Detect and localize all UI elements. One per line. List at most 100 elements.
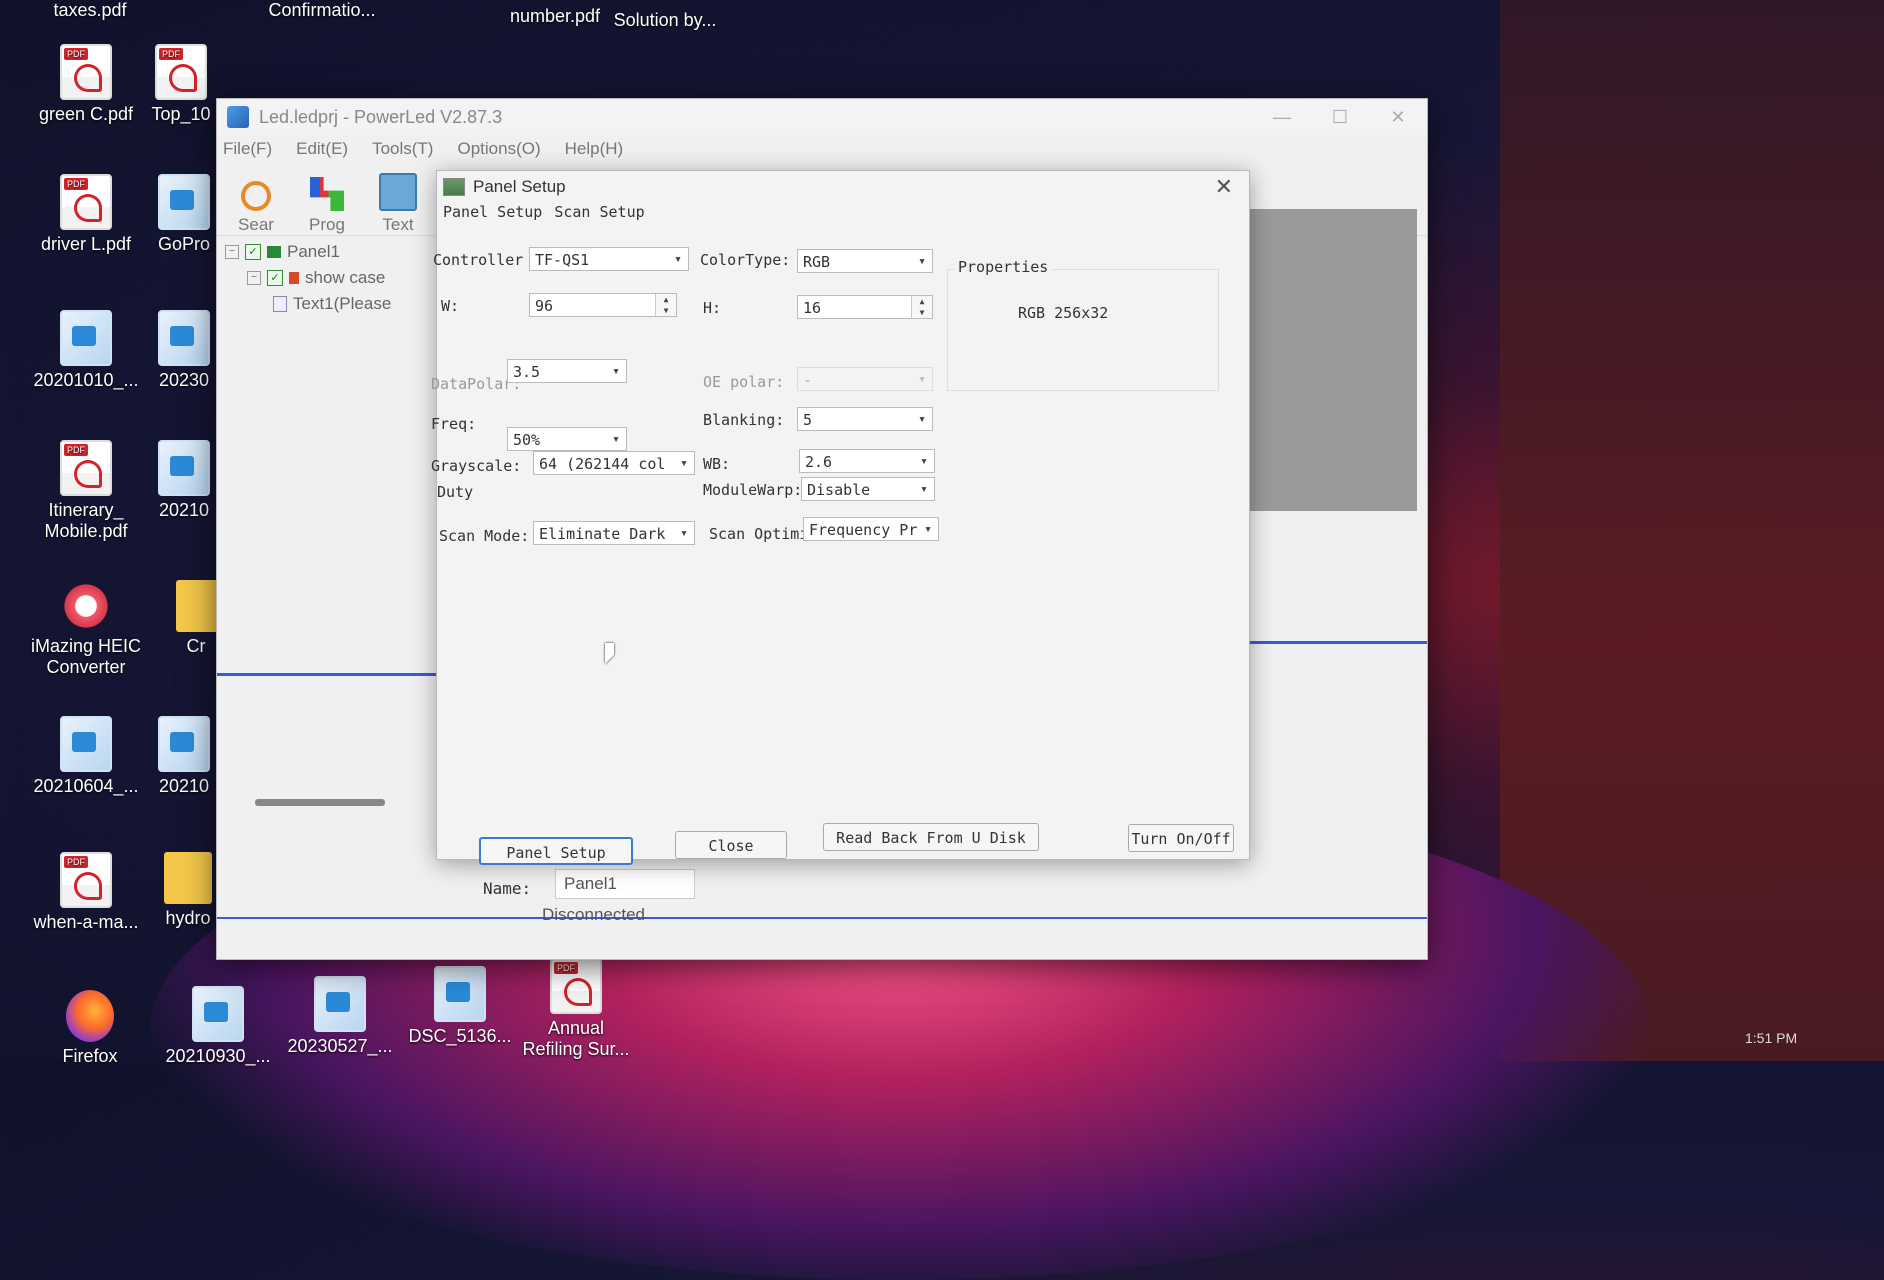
desktop-icon-taxes[interactable]: taxes.pdf bbox=[30, 0, 150, 21]
desktop-icon-label: 20210930_... bbox=[165, 1046, 271, 1066]
image-icon bbox=[158, 440, 210, 496]
desktop-icon-gopro[interactable]: GoPro bbox=[152, 174, 216, 255]
chevron-down-icon: ▾ bbox=[924, 522, 932, 537]
chevron-down-icon: ▾ bbox=[920, 482, 928, 497]
desktop-icon-when-a-ma[interactable]: when-a-ma... bbox=[26, 852, 146, 933]
dialog-icon bbox=[443, 178, 465, 196]
panel-checkbox[interactable]: ✓ bbox=[245, 244, 261, 260]
width-input[interactable]: 96 ▲ ▼ bbox=[529, 293, 677, 317]
duty-label: Duty bbox=[437, 483, 474, 501]
menu-bar: File(F) Edit(E) Tools(T) Options(O) Help… bbox=[217, 135, 1427, 163]
divider-line bbox=[1247, 641, 1427, 644]
desktop-icon-label: Top_10 bbox=[151, 104, 211, 124]
desktop-icon-label: 20210 bbox=[158, 500, 210, 520]
desktop-icon-label: hydro bbox=[165, 908, 211, 928]
read-back-button[interactable]: Read Back From U Disk bbox=[823, 823, 1039, 851]
chevron-down-icon: ▾ bbox=[612, 432, 620, 447]
desktop-icon-hydro[interactable]: hydro bbox=[160, 852, 216, 929]
freq-select[interactable]: 50% ▾ bbox=[507, 427, 627, 451]
desktop-icon-dsc5136[interactable]: DSC_5136... bbox=[400, 966, 520, 1047]
wb-value: 2.6 bbox=[805, 453, 833, 471]
menu-options[interactable]: Options(O) bbox=[457, 139, 540, 159]
minimize-button[interactable]: — bbox=[1253, 107, 1311, 128]
desktop-icon-annual-refiling[interactable]: Annual Refiling Sur... bbox=[516, 958, 636, 1060]
chevron-down-icon: ▾ bbox=[918, 372, 926, 387]
collapse-icon[interactable]: − bbox=[247, 271, 261, 285]
desktop-icon-20210930[interactable]: 20210930_... bbox=[158, 986, 278, 1067]
spinner-icon[interactable]: ▲ ▼ bbox=[911, 296, 932, 318]
desktop-icon-20210604[interactable]: 20210604_... bbox=[26, 716, 146, 797]
desktop-icon-imazing[interactable]: iMazing HEIC Converter bbox=[26, 580, 146, 678]
toolbar-search-button[interactable]: Sear bbox=[225, 181, 287, 235]
collapse-icon[interactable]: − bbox=[225, 245, 239, 259]
desktop-icon-driver[interactable]: driver L.pdf bbox=[26, 174, 146, 255]
desktop-icon-20230527[interactable]: 20230527_... bbox=[280, 976, 400, 1057]
tree-scrollbar[interactable] bbox=[255, 799, 385, 806]
tree-item-text[interactable]: Text1(Please bbox=[225, 291, 445, 317]
tree-item-panel[interactable]: − ✓ Panel1 bbox=[225, 239, 445, 265]
tab-panel-setup[interactable]: Panel Setup bbox=[437, 203, 548, 225]
desktop-icon-solution[interactable]: Solution by... bbox=[605, 10, 725, 31]
desktop-icon-top10[interactable]: Top_10 bbox=[146, 44, 216, 125]
desktop-icon-20210-a[interactable]: 20210 bbox=[152, 440, 216, 521]
tree-item-program[interactable]: − ✓ show case bbox=[225, 265, 445, 291]
scan-mode-select[interactable]: Eliminate Dark ▾ bbox=[533, 521, 695, 545]
scan-optimize-select[interactable]: Frequency Pr ▾ bbox=[803, 517, 939, 541]
toolbar-text-button[interactable]: Text bbox=[367, 173, 429, 235]
desktop-icon-20201010[interactable]: 20201010_... bbox=[26, 310, 146, 391]
imazing-heic-icon bbox=[62, 580, 110, 632]
app-title: Led.ledprj - PowerLed V2.87.3 bbox=[259, 106, 503, 127]
oe-polar-label: OE polar: bbox=[703, 373, 785, 391]
chevron-down-icon: ▾ bbox=[918, 412, 926, 427]
modulewarp-select[interactable]: Disable ▾ bbox=[801, 477, 935, 501]
turn-on-off-button[interactable]: Turn On/Off bbox=[1128, 824, 1234, 852]
desktop-icon-label: GoPro bbox=[157, 234, 211, 254]
controller-select[interactable]: TF-QS1 ▾ bbox=[529, 247, 689, 271]
desktop-icon-20230[interactable]: 20230 bbox=[152, 310, 216, 391]
menu-tools[interactable]: Tools(T) bbox=[372, 139, 433, 159]
menu-help[interactable]: Help(H) bbox=[565, 139, 624, 159]
image-icon bbox=[158, 716, 210, 772]
tab-scan-setup[interactable]: Scan Setup bbox=[548, 203, 650, 225]
dialog-title: Panel Setup bbox=[473, 177, 566, 196]
folder-icon bbox=[164, 852, 212, 904]
taskbar-clock[interactable]: 1:51 PM bbox=[1745, 1030, 1797, 1046]
scan-optimize-label: Scan Optimi bbox=[709, 525, 809, 543]
wb-select[interactable]: 2.6 ▾ bbox=[799, 449, 935, 473]
datapolar-select[interactable]: 3.5 ▾ bbox=[507, 359, 627, 383]
desktop-icon-number[interactable]: number.pdf bbox=[495, 6, 615, 27]
desktop-icon-green-c[interactable]: green C.pdf bbox=[26, 44, 146, 125]
grayscale-select[interactable]: 64 (262144 col ▾ bbox=[533, 451, 695, 475]
blanking-select[interactable]: 5 ▾ bbox=[797, 407, 933, 431]
panel-setup-button[interactable]: Panel Setup bbox=[479, 837, 633, 865]
maximize-button[interactable]: ☐ bbox=[1311, 107, 1369, 128]
close-icon[interactable]: ✕ bbox=[1215, 174, 1233, 200]
height-input[interactable]: 16 ▲ ▼ bbox=[797, 295, 933, 319]
desktop-icon-cr[interactable]: Cr bbox=[176, 580, 224, 657]
tree-panel-label: Panel1 bbox=[287, 242, 340, 261]
colortype-select[interactable]: RGB ▾ bbox=[797, 249, 933, 273]
desktop-icon-label: 20230527_... bbox=[287, 1036, 393, 1056]
desktop-icon-itinerary[interactable]: Itinerary_ Mobile.pdf bbox=[26, 440, 146, 542]
desktop-icon-label: driver L.pdf bbox=[40, 234, 132, 254]
oe-polar-select[interactable]: - ▾ bbox=[797, 367, 933, 391]
toolbar-program-button[interactable]: Prog bbox=[287, 177, 367, 235]
program-checkbox[interactable]: ✓ bbox=[267, 270, 283, 286]
pdf-icon bbox=[60, 174, 112, 230]
desktop-icon-label: DSC_5136... bbox=[408, 1026, 512, 1046]
window-controls: — ☐ ✕ bbox=[1253, 107, 1427, 128]
desktop-icon-20210-b[interactable]: 20210 bbox=[152, 716, 216, 797]
desktop-icon-confirmation[interactable]: Confirmatio... bbox=[262, 0, 382, 21]
close-button[interactable]: Close bbox=[675, 831, 787, 859]
desktop-icon-label: 20210604_... bbox=[33, 776, 139, 796]
menu-edit[interactable]: Edit(E) bbox=[296, 139, 348, 159]
height-value: 16 bbox=[803, 299, 822, 317]
name-field[interactable]: Panel1 bbox=[555, 869, 695, 899]
project-tree: − ✓ Panel1 − ✓ show case Text1(Please bbox=[225, 239, 445, 806]
spinner-icon[interactable]: ▲ ▼ bbox=[655, 294, 676, 316]
desktop-icon-firefox[interactable]: Firefox bbox=[30, 990, 150, 1067]
close-window-button[interactable]: ✕ bbox=[1369, 107, 1427, 128]
scan-mode-value: Eliminate Dark bbox=[539, 525, 666, 543]
image-icon bbox=[434, 966, 486, 1022]
menu-file[interactable]: File(F) bbox=[223, 139, 272, 159]
